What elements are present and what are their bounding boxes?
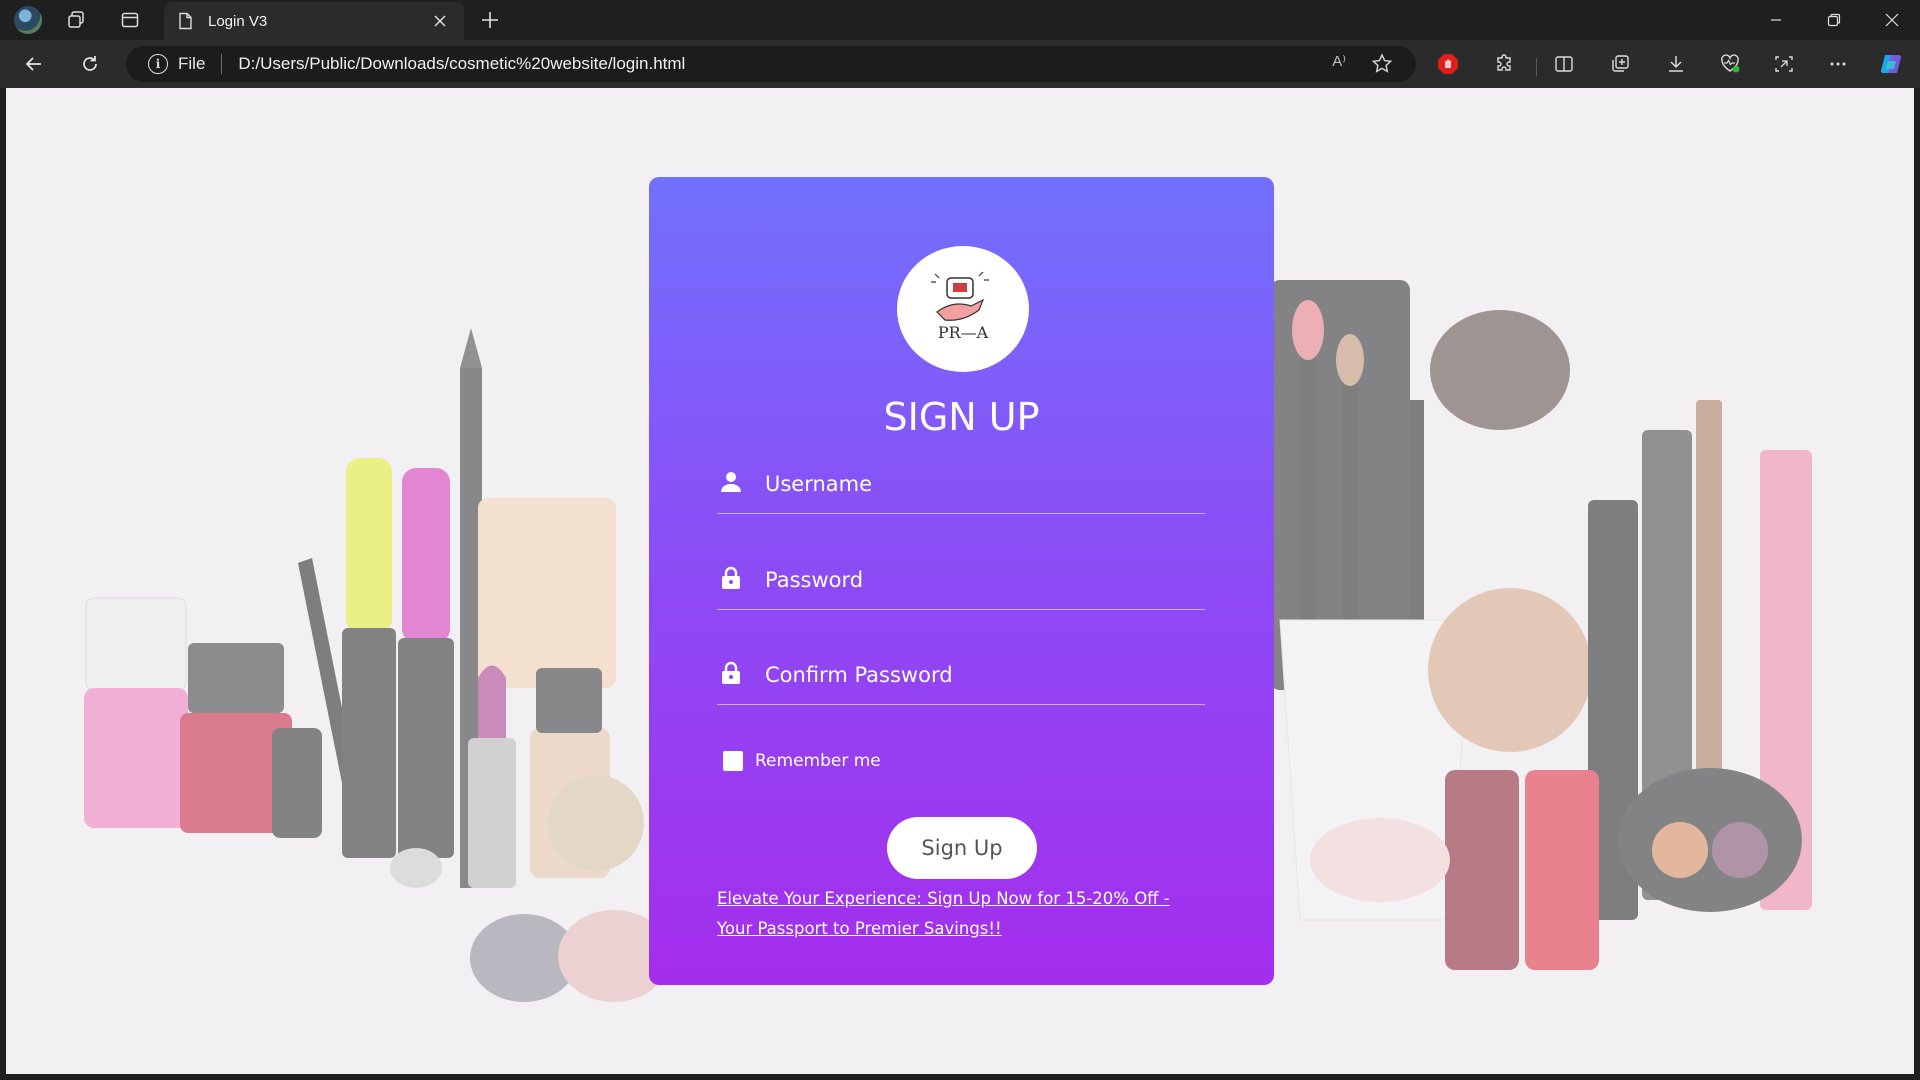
- address-bar[interactable]: i File D:/Users/Public/Downloads/cosmeti…: [126, 46, 1416, 82]
- browser-essentials-button[interactable]: [1714, 48, 1746, 80]
- username-input[interactable]: [765, 464, 1195, 504]
- workspaces-button[interactable]: [60, 4, 92, 36]
- tab-actions-button[interactable]: [114, 4, 146, 36]
- toolbar-divider: [1536, 58, 1537, 76]
- split-screen-icon: [1555, 56, 1573, 72]
- split-screen-button[interactable]: [1548, 48, 1580, 80]
- stop-hand-icon: [1438, 54, 1458, 74]
- signup-card: PR—A SIGN UP Remember me Sign U: [649, 177, 1274, 985]
- browser-toolbar: i File D:/Users/Public/Downloads/cosmeti…: [0, 40, 1920, 88]
- refresh-icon: [83, 56, 97, 71]
- restore-icon: [1827, 13, 1841, 27]
- user-icon: [717, 468, 745, 496]
- cosmetics-left-image: [84, 328, 656, 1002]
- downloads-button[interactable]: [1660, 48, 1692, 80]
- more-dots-icon: [1830, 62, 1846, 66]
- screenshot-button[interactable]: [1768, 48, 1800, 80]
- minimize-icon: [1771, 19, 1781, 21]
- page-icon: [179, 12, 192, 30]
- minimize-button[interactable]: [1748, 0, 1804, 40]
- address-divider: [221, 54, 223, 74]
- window-bottom-edge: [0, 1074, 1920, 1080]
- remember-me-label[interactable]: Remember me: [755, 751, 881, 771]
- site-info-icon[interactable]: i: [148, 54, 168, 74]
- download-icon: [1669, 56, 1683, 72]
- page-title: SIGN UP: [883, 395, 1040, 439]
- signup-button[interactable]: Sign Up: [887, 817, 1037, 879]
- more-menu-button[interactable]: [1822, 48, 1854, 80]
- logo-text: PR—A: [938, 323, 989, 342]
- vertical-tabs-icon: [121, 12, 139, 28]
- copilot-icon: [1880, 54, 1902, 74]
- url-text[interactable]: D:/Users/Public/Downloads/cosmetic%20web…: [238, 54, 685, 74]
- close-icon: [1885, 13, 1899, 27]
- extensions-button[interactable]: [1488, 48, 1520, 80]
- cosmetics-right-image: [1270, 280, 1812, 970]
- remember-me-checkbox[interactable]: [723, 751, 743, 771]
- close-icon: [434, 15, 446, 27]
- collections-button[interactable]: [1604, 48, 1636, 80]
- heart-pulse-icon: [1721, 54, 1740, 73]
- workspaces-icon: [68, 11, 84, 28]
- username-field: [717, 464, 1205, 514]
- screenshot-icon: [1775, 56, 1793, 72]
- brand-logo: PR—A: [897, 246, 1029, 372]
- remember-me: Remember me: [723, 751, 881, 771]
- tab-close-button[interactable]: [428, 9, 452, 33]
- collections-icon: [1612, 55, 1629, 72]
- new-tab-button[interactable]: [474, 4, 506, 36]
- close-window-button[interactable]: [1864, 0, 1920, 40]
- tab-title: Login V3: [208, 12, 268, 30]
- adblock-extension-button[interactable]: [1432, 48, 1464, 80]
- password-input[interactable]: [765, 560, 1195, 600]
- refresh-button[interactable]: [74, 48, 106, 80]
- file-scheme-label: File: [178, 54, 206, 73]
- restore-button[interactable]: [1806, 0, 1862, 40]
- brand-logo-icon: PR—A: [931, 271, 989, 342]
- plus-icon: [482, 12, 498, 28]
- promo-link[interactable]: Elevate Your Experience: Sign Up Now for…: [717, 884, 1207, 944]
- tab-strip: Login V3: [0, 0, 1920, 40]
- puzzle-icon: [1497, 54, 1511, 71]
- confirm-password-field: [717, 655, 1205, 705]
- copilot-button[interactable]: [1876, 48, 1908, 80]
- confirm-password-input[interactable]: [765, 655, 1195, 695]
- back-arrow-icon: [25, 57, 41, 71]
- avatar: [14, 6, 42, 34]
- favorite-star-icon[interactable]: [1370, 52, 1394, 76]
- password-field: [717, 560, 1205, 610]
- lock-icon: [717, 659, 745, 687]
- read-aloud-icon[interactable]: A⁾: [1332, 52, 1346, 70]
- back-button[interactable]: [18, 48, 50, 80]
- lock-icon: [717, 564, 745, 592]
- tab-active[interactable]: Login V3: [164, 2, 464, 40]
- page-viewport: PR—A SIGN UP Remember me Sign U: [6, 88, 1914, 1074]
- profile-button[interactable]: [12, 4, 44, 36]
